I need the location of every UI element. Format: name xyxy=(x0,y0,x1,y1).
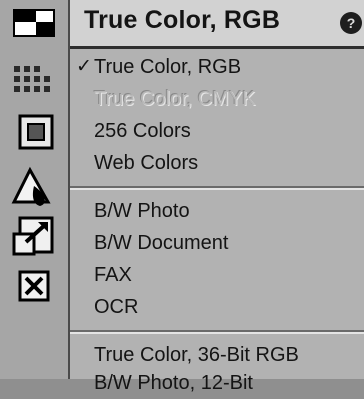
menu-item-true-color-rgb[interactable]: ✓ True Color, RGB xyxy=(70,51,364,83)
close-tool-button[interactable] xyxy=(6,264,62,308)
color-drop-icon xyxy=(11,166,51,206)
close-box-icon xyxy=(18,270,50,302)
menu-item-web-colors[interactable]: Web Colors xyxy=(70,147,364,179)
image-type-dropdown[interactable]: True Color, RGB ? xyxy=(70,0,364,49)
menu-item-label: Web Colors xyxy=(94,152,199,174)
menu-item-bw-photo-12bit[interactable]: B/W Photo, 12-Bit xyxy=(70,367,364,399)
menu-item-label: True Color, CMYK xyxy=(94,88,256,110)
frame-tool-button[interactable] xyxy=(6,110,62,154)
menu-item-label: 256 Colors xyxy=(94,120,191,142)
menu-item-label: B/W Photo xyxy=(94,200,190,222)
menu-item-256-colors[interactable]: 256 Colors xyxy=(70,115,364,147)
menu-separator xyxy=(70,330,364,334)
check-mark-icon: ✓ xyxy=(76,56,92,77)
menu-item-label: OCR xyxy=(94,296,139,318)
menu-separator xyxy=(70,186,364,190)
scale-arrow-icon xyxy=(12,216,54,256)
color-tool-button[interactable] xyxy=(6,164,62,208)
menu-item-bw-photo[interactable]: B/W Photo xyxy=(70,195,364,227)
menu-item-label: FAX xyxy=(94,264,132,286)
menu-item-ocr[interactable]: OCR xyxy=(70,291,364,323)
menu-item-bw-document[interactable]: B/W Document xyxy=(70,227,364,259)
halftone-tool-button[interactable] xyxy=(6,58,62,102)
image-type-icon xyxy=(13,9,55,37)
image-type-tool-button[interactable] xyxy=(6,2,62,46)
menu-item-label: B/W Document xyxy=(94,232,229,254)
selected-image-type: True Color, RGB xyxy=(84,6,281,34)
menu-item-label: B/W Photo, 12-Bit xyxy=(94,372,253,394)
menu-item-true-color-cmyk: True Color, CMYK xyxy=(70,83,364,115)
scale-tool-button[interactable] xyxy=(6,214,62,258)
menu-item-label: True Color, RGB xyxy=(94,56,242,78)
frame-select-icon xyxy=(18,114,54,150)
halftone-dots-icon xyxy=(14,66,50,92)
menu-item-fax[interactable]: FAX xyxy=(70,259,364,291)
help-icon[interactable]: ? xyxy=(340,12,362,34)
tool-strip xyxy=(0,0,70,379)
image-type-menu: ✓ True Color, RGB True Color, CMYK 256 C… xyxy=(70,49,364,394)
